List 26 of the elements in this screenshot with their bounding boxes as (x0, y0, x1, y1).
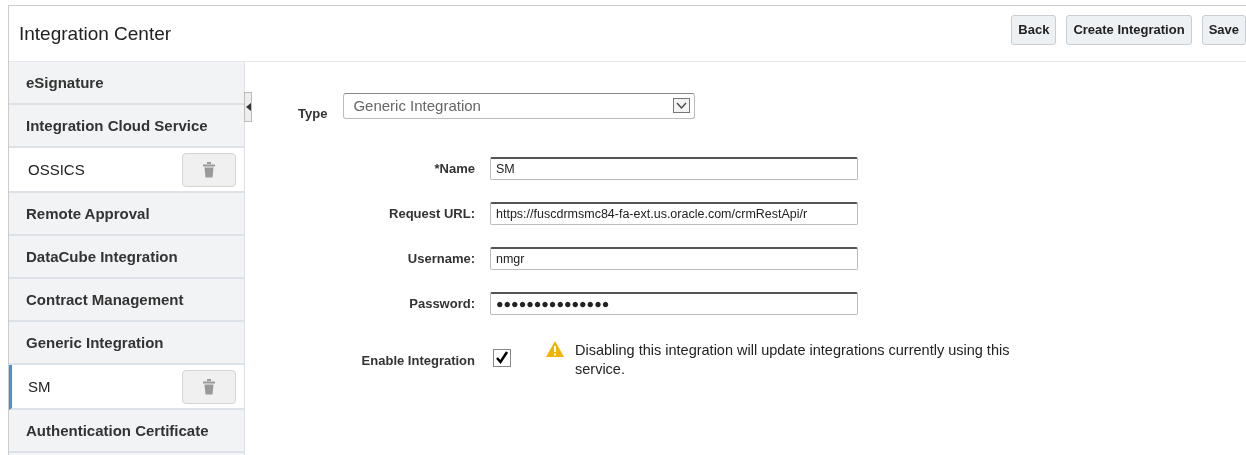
sidebar-item[interactable]: OSSICS (9, 148, 244, 193)
type-dropdown[interactable]: Generic Integration (343, 92, 696, 119)
delete-button[interactable] (182, 369, 236, 404)
header-button[interactable]: Save (1201, 14, 1246, 45)
delete-button[interactable] (182, 152, 236, 187)
caret-icon (673, 98, 691, 113)
input-field[interactable]: ●●●●●●●●●●●●●●● (490, 292, 858, 315)
trash-icon (203, 378, 215, 395)
input-field[interactable]: nmgr (490, 247, 858, 270)
field-label: *Name (433, 161, 475, 176)
checkbox[interactable] (493, 349, 511, 367)
sidebar-item[interactable]: SM (9, 365, 244, 410)
input-field[interactable]: https://fuscdrmsmc84-fa-ext.us.oracle.com/crmRestApi/r (490, 202, 858, 225)
header-button[interactable]: Back (1011, 14, 1057, 45)
collapse-handle[interactable] (244, 92, 252, 122)
field-label: Request URL: (388, 206, 475, 221)
header-button[interactable]: Create Integration (1066, 14, 1192, 45)
field-label: Enable Integration (360, 352, 475, 368)
field-label: Password: (408, 296, 475, 311)
page-title: Integration Center (19, 22, 172, 45)
input-field[interactable]: SM (490, 157, 858, 180)
warning-icon (545, 340, 565, 358)
field-label: Type (298, 106, 328, 121)
field-label: Username: (406, 251, 475, 266)
trash-icon (203, 161, 215, 178)
warning-message: Disabling this integration will update integrations currently using this service. (575, 341, 1011, 379)
